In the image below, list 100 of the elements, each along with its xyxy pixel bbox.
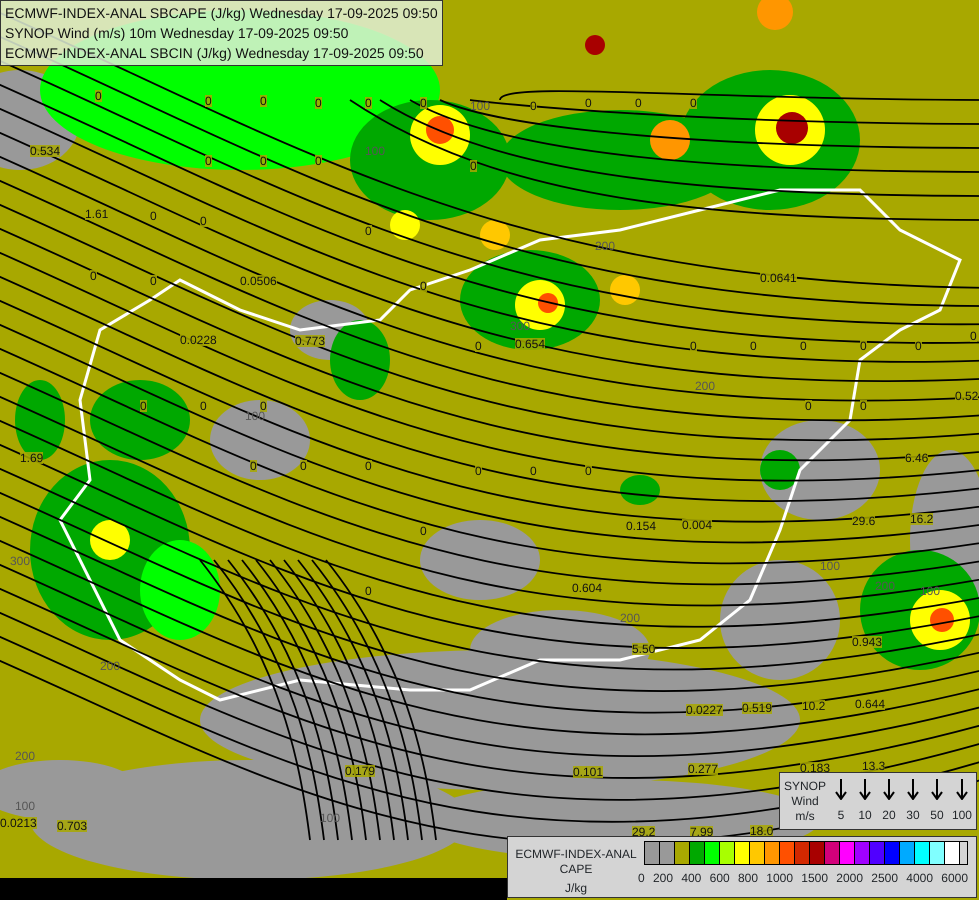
station-value: 0 [690, 97, 697, 109]
station-value: 0 [95, 90, 102, 102]
station-value: 0 [250, 460, 257, 472]
station-value: 0 [690, 340, 697, 352]
station-value: 0 [530, 100, 537, 112]
station-value: 0 [860, 400, 867, 412]
down-arrow-icon [906, 778, 919, 800]
down-arrow-icon [835, 778, 847, 800]
station-value: 0 [420, 280, 427, 292]
station-value: 0 [205, 155, 212, 167]
scale-tick-label: 800 [738, 870, 758, 887]
scale-tick-label: 0 [638, 870, 645, 887]
cape-legend-title: CAPE [558, 862, 594, 877]
wind-legend-title: m/s [794, 808, 816, 824]
station-value: 18.0 [750, 825, 774, 837]
station-value: 0.604 [572, 582, 602, 594]
station-value: 0.644 [855, 698, 886, 710]
station-value: 0 [260, 155, 267, 167]
scale-tick-label: 2000 [836, 870, 863, 887]
station-value: 0 [300, 460, 307, 472]
station-value: 1.69 [20, 452, 44, 464]
contour-label: 200 [620, 612, 640, 624]
down-arrow-icon [882, 778, 895, 800]
station-value: 0 [970, 330, 977, 342]
down-arrow-icon [956, 778, 968, 800]
station-value: 0.004 [682, 519, 712, 531]
station-value: 10.2 [802, 700, 826, 712]
contour-label: 300 [510, 320, 530, 332]
wind-speed-label: 50 [930, 807, 944, 824]
station-value: 1.61 [85, 208, 108, 220]
contour-label: 300 [10, 555, 30, 567]
station-value: 0 [800, 340, 807, 352]
station-value: 0 [750, 340, 757, 352]
station-value: 0.519 [742, 702, 772, 714]
station-value: 0 [365, 97, 372, 109]
wind-speed-label: 30 [906, 807, 920, 824]
station-value: 6.46 [905, 452, 928, 464]
station-value: 0 [205, 95, 212, 107]
station-value: 0 [315, 97, 322, 109]
wind-speed-label: 5 [838, 807, 844, 824]
station-value: 0 [140, 400, 147, 412]
contour-label: 200 [875, 580, 896, 592]
contour-label: 100 [365, 145, 386, 157]
station-value: 0 [420, 525, 427, 537]
contour-label: 100 [470, 100, 490, 112]
down-arrow-icon [930, 778, 943, 800]
station-value: 0.654 [515, 338, 546, 350]
station-value: 0.179 [345, 765, 376, 777]
station-value: 13.3 [862, 760, 886, 772]
station-value: 0 [475, 465, 482, 477]
station-value: 0 [365, 225, 372, 237]
scale-tick-label: 400 [681, 870, 702, 887]
scale-tick-label: 4000 [906, 870, 933, 887]
station-value: 0.0641 [760, 272, 797, 284]
station-value: 0.943 [852, 636, 882, 648]
station-value: 0 [150, 210, 157, 222]
station-value: 0 [805, 400, 812, 412]
station-value: 0 [530, 465, 537, 477]
contour-label: 200 [100, 660, 120, 672]
station-value: 0 [470, 160, 477, 172]
station-value: 0.703 [57, 820, 88, 832]
legend-line: ECMWF-INDEX-ANAL SBCAPE (J/kg) Wednesday 17-09-2025 09:50 [5, 4, 438, 23]
station-value: 0.154 [626, 520, 656, 532]
station-value: 29.6 [852, 515, 876, 527]
station-value: 0.52 [955, 390, 978, 402]
scale-tick-label: 2500 [871, 870, 898, 887]
station-value: 0 [585, 97, 592, 109]
station-value: 0.534 [30, 145, 60, 157]
contour-label: 100 [820, 560, 840, 572]
station-value: 0.773 [295, 335, 326, 347]
station-value: 0 [150, 275, 157, 287]
contour-label: 200 [15, 750, 36, 762]
station-value: 0 [365, 460, 372, 472]
station-value: 0 [635, 97, 642, 109]
station-value: 0.101 [573, 766, 604, 778]
legend-line: SYNOP Wind (m/s) 10m Wednesday 17-09-2025 09:50 [5, 24, 350, 43]
legend-line: ECMWF-INDEX-ANAL SBCIN (J/kg) Wednesday 17-09-2025 09:50 [5, 44, 425, 63]
wind-legend-title: Wind [790, 794, 820, 808]
station-value: 0 [475, 340, 482, 352]
wind-speed-label: 100 [952, 807, 972, 824]
down-arrow-icon [858, 778, 871, 800]
station-value: 0 [200, 400, 207, 412]
contour-label: 100 [15, 800, 36, 812]
wind-speed-label: 20 [882, 807, 896, 824]
scale-tick-label: 6000 [941, 870, 968, 887]
scale-tick-label: 200 [652, 870, 674, 887]
station-value: 0.0506 [240, 275, 277, 287]
station-value: 0 [365, 585, 372, 597]
station-value: 0 [585, 465, 592, 477]
station-value: 0 [260, 400, 267, 412]
station-value: 0 [915, 340, 922, 352]
station-value: 5.50 [632, 643, 656, 655]
station-value: 16.2 [910, 513, 934, 525]
station-value: 0 [420, 97, 427, 109]
wind-legend-title: SYNOP [784, 778, 826, 794]
scale-tick-label: 600 [710, 870, 730, 887]
cape-legend-title: ECMWF-INDEX-ANAL [514, 847, 638, 862]
scale-tick-label: 1500 [801, 870, 828, 887]
station-value: 0 [90, 270, 97, 282]
station-value: 0 [260, 95, 267, 107]
